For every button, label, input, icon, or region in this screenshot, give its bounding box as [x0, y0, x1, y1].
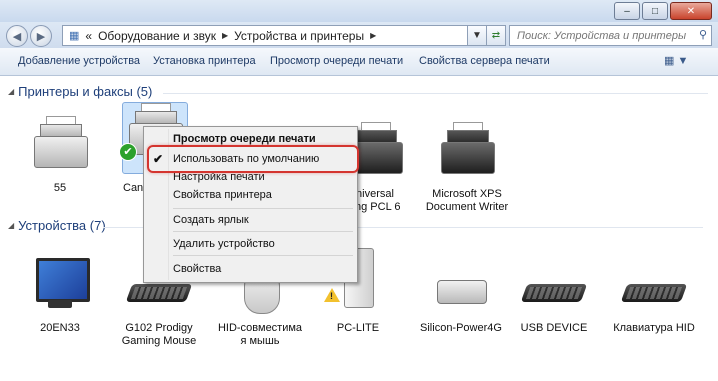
device-label: HID-совместима: [217, 322, 303, 334]
search-icon[interactable]: ⚲: [699, 28, 707, 41]
chevron-down-icon: ▼: [677, 55, 689, 67]
back-button[interactable]: ◀: [6, 25, 28, 47]
forward-button[interactable]: ▶: [30, 25, 52, 47]
refresh-button[interactable]: ⇄: [486, 25, 506, 46]
address-dropdown-button[interactable]: ▼: [467, 25, 487, 46]
view-print-queue-button[interactable]: Просмотр очереди печати: [270, 55, 403, 67]
device-silicon-power[interactable]: Silicon-Power4G: [413, 256, 509, 335]
menu-separator: [173, 231, 353, 232]
device-label: PC-LITE: [336, 322, 380, 334]
device-label: Gaming Mouse: [121, 335, 197, 347]
printer-icon: [435, 122, 499, 184]
printers-group-title: Принтеры и факсы (5): [18, 84, 153, 99]
printer-icon: [28, 116, 92, 178]
keyboard-icon: [520, 256, 588, 318]
device-label: Silicon-Power4G: [420, 322, 502, 334]
collapse-triangle-icon: ◢: [8, 87, 15, 96]
printers-group-header[interactable]: ◢ Принтеры и факсы (5): [8, 84, 708, 99]
menu-item-properties[interactable]: Свойства: [144, 259, 357, 279]
chevron-down-icon: ▼: [472, 30, 482, 41]
breadcrumb-devices-printers[interactable]: Устройства и принтеры: [234, 29, 364, 43]
menu-separator: [173, 255, 353, 256]
window-controls: – □ ✕: [614, 2, 712, 20]
add-printer-button[interactable]: Установка принтера: [153, 55, 256, 67]
address-root-chevron[interactable]: «: [85, 29, 92, 43]
menu-item-create-shortcut[interactable]: Создать ярлык: [144, 210, 357, 230]
device-label: USB DEVICE: [520, 322, 588, 334]
menu-item-remove-device[interactable]: Удалить устройство: [144, 234, 357, 254]
highlight-annotation: [147, 145, 359, 173]
breadcrumb-separator-icon[interactable]: ▶: [370, 31, 376, 40]
menu-item-printer-properties[interactable]: Свойства принтера: [144, 185, 357, 205]
menu-separator: [173, 208, 353, 209]
search-input[interactable]: [515, 26, 695, 45]
navigation-bar: ◀ ▶ ▦ « Оборудование и звук ▶ Устройства…: [0, 22, 718, 48]
device-label: я мышь: [240, 335, 280, 347]
device-label: 20EN33: [40, 322, 80, 334]
breadcrumb-hardware-sound[interactable]: Оборудование и звук: [98, 29, 216, 43]
minimize-button[interactable]: –: [614, 2, 640, 20]
printer-microsoft-xps[interactable]: Microsoft XPS Document Writer: [417, 122, 517, 214]
forward-arrow-icon: ▶: [36, 30, 46, 43]
change-view-button[interactable]: ▦ ▼: [664, 54, 688, 67]
group-divider: [163, 93, 708, 94]
close-button[interactable]: ✕: [670, 2, 712, 20]
collapse-triangle-icon: ◢: [8, 221, 15, 230]
device-label: Document Writer: [425, 201, 509, 213]
printer-55[interactable]: 55: [18, 116, 102, 195]
menu-item-label: Создать ярлык: [173, 214, 249, 226]
device-label: 55: [53, 182, 67, 194]
search-box[interactable]: ⚲: [509, 25, 712, 46]
menu-item-label: Свойства: [173, 263, 222, 275]
add-device-button[interactable]: Добавление устройства: [18, 55, 140, 67]
devices-group-title: Устройства (7): [18, 218, 106, 233]
device-label: G102 Prodigy: [125, 322, 193, 334]
usb-drive-icon: [429, 256, 493, 318]
default-printer-check-icon: ✔: [119, 143, 137, 161]
address-bar[interactable]: ▦ « Оборудование и звук ▶ Устройства и п…: [62, 25, 504, 46]
maximize-button[interactable]: □: [642, 2, 668, 20]
breadcrumb-separator-icon[interactable]: ▶: [222, 31, 228, 40]
command-bar: Добавление устройства Установка принтера…: [0, 48, 718, 76]
view-options-icon: ▦: [664, 55, 675, 67]
refresh-icon: ⇄: [491, 30, 501, 41]
back-arrow-icon: ◀: [12, 30, 22, 43]
warning-icon: !: [324, 288, 340, 302]
monitor-icon: [28, 256, 92, 318]
control-panel-icon: ▦: [69, 30, 80, 42]
device-label: Microsoft XPS: [432, 188, 502, 200]
device-label: Клавиатура HID: [613, 322, 695, 334]
device-usb-device[interactable]: USB DEVICE: [512, 256, 596, 335]
print-server-properties-button[interactable]: Свойства сервера печати: [419, 55, 550, 67]
keyboard-icon: [620, 256, 688, 318]
devices-content-area: ◢ Принтеры и факсы (5) 55 ✔ Canc niversa…: [0, 76, 718, 381]
device-keyboard-hid[interactable]: Клавиатура HID: [606, 256, 702, 335]
devices-group-header[interactable]: ◢ Устройства (7): [8, 218, 703, 233]
menu-item-label: Свойства принтера: [173, 189, 272, 201]
menu-item-label: Удалить устройство: [173, 238, 275, 250]
title-bar: – □ ✕: [0, 0, 718, 22]
device-20en33[interactable]: 20EN33: [18, 256, 102, 335]
